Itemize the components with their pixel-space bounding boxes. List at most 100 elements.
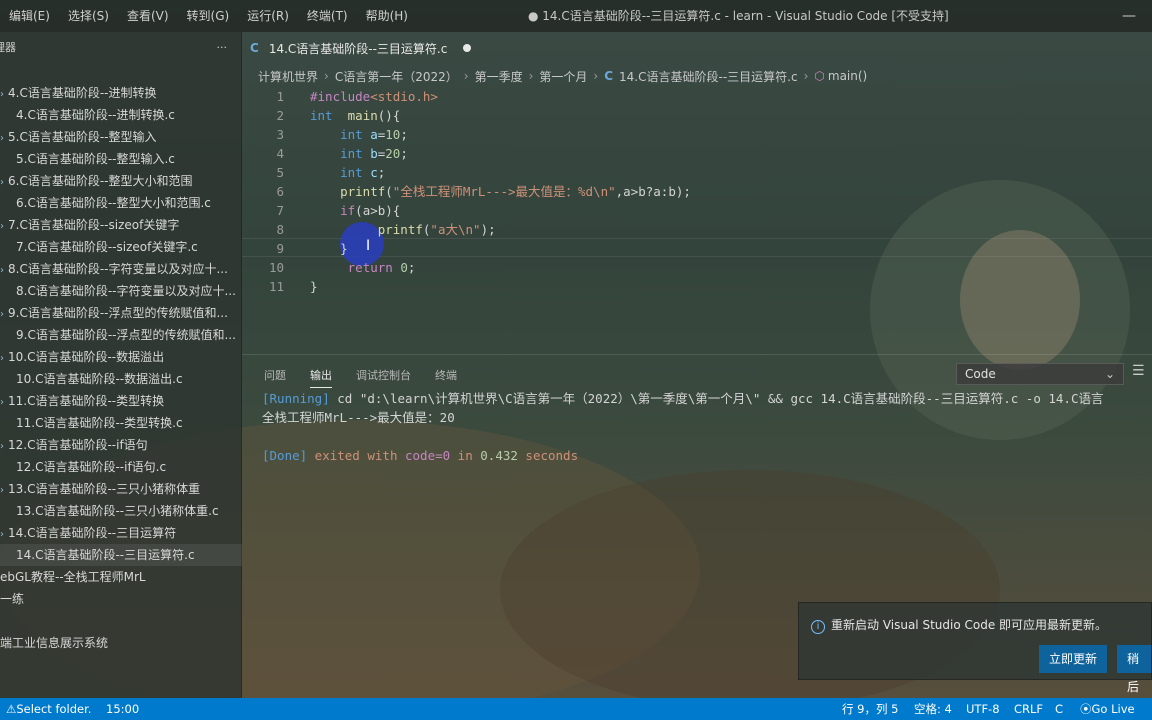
file-tree-item[interactable]: ebGL教程--全栈工程师MrL [0, 566, 242, 588]
code-line[interactable]: 5 int c; [242, 163, 1152, 182]
modified-dot-icon[interactable] [463, 44, 472, 52]
done-seconds: 0.432 [480, 448, 518, 463]
file-tree-item[interactable]: 12.C语言基础阶段--if语句.c [0, 456, 242, 478]
file-tree-label: 13.C语言基础阶段--三只小猪称体重 [8, 482, 201, 496]
file-tree-item[interactable]: › 14.C语言基础阶段--三目运算符 [0, 522, 242, 544]
breadcrumb-item[interactable]: 第一个月 [539, 68, 587, 85]
encoding-setting[interactable]: UTF-8 [966, 698, 1000, 720]
file-tree-item[interactable]: 一练 [0, 588, 242, 610]
file-tree-item[interactable]: 7.C语言基础阶段--sizeof关键字.c [0, 236, 242, 258]
menu-item[interactable]: 终端(T) [298, 0, 357, 32]
file-tree-item[interactable]: › 6.C语言基础阶段--整型大小和范围 [0, 170, 242, 192]
explorer-header: 理器 ··· [0, 32, 241, 62]
breadcrumb-item[interactable]: main() [828, 69, 867, 83]
panel-tab[interactable]: 输出 [310, 367, 332, 388]
code-token: #include [310, 89, 371, 104]
line-number: 6 [276, 184, 284, 199]
panel-tab[interactable]: 问题 [264, 367, 286, 388]
function-icon: ⬡ [814, 69, 825, 83]
output-channel-select[interactable]: Code ⌄ [956, 363, 1124, 385]
file-tree-item[interactable]: › 11.C语言基础阶段--类型转换 [0, 390, 242, 412]
code-line[interactable]: 8 printf("a大\n"); [242, 220, 1152, 239]
running-tag: [Running] [262, 391, 330, 406]
code-line[interactable]: 2 int main(){ [242, 106, 1152, 125]
file-tree-item[interactable]: 11.C语言基础阶段--类型转换.c [0, 412, 242, 434]
menu-item[interactable]: 运行(R) [238, 0, 298, 32]
code-token: ; [400, 146, 408, 161]
menu-item[interactable]: 转到(G) [178, 0, 239, 32]
code-line[interactable]: 6 printf("全栈工程师MrL--->最大值是：%d\n",a>b?a:b… [242, 182, 1152, 201]
file-tree-item[interactable]: 13.C语言基础阶段--三只小猪称体重.c [0, 500, 242, 522]
folder-chevron-icon: › [0, 221, 4, 232]
menu-item[interactable]: 编辑(E) [0, 0, 59, 32]
file-tree-label: 6.C语言基础阶段--整型大小和范围 [8, 174, 193, 188]
line-number: 11 [268, 279, 284, 294]
code-line[interactable]: 10 return 0; [242, 258, 1152, 277]
code-line[interactable]: 11} [242, 277, 1152, 296]
file-tree-item[interactable]: 端工业信息展示系统 [0, 632, 242, 654]
running-command: cd "d:\learn\计算机世界\C语言第一年（2022）\第一季度\第一个… [329, 391, 1104, 406]
file-tree-item[interactable]: › 13.C语言基础阶段--三只小猪称体重 [0, 478, 242, 500]
file-tree-item[interactable]: › 12.C语言基础阶段--if语句 [0, 434, 242, 456]
folder-chevron-icon: › [0, 529, 4, 540]
panel-tab[interactable]: 调试控制台 [356, 367, 411, 388]
breadcrumb-item[interactable]: 14.C语言基础阶段--三目运算符.c [619, 68, 798, 85]
breadcrumb-item[interactable]: C语言第一年（2022） [335, 68, 458, 85]
file-tree-item[interactable]: 5.C语言基础阶段--整型输入.c [0, 148, 242, 170]
cursor-position[interactable]: 行 9，列 5 [842, 698, 898, 720]
code-token: ; [400, 127, 408, 142]
file-tree-label: 8.C语言基础阶段--字符变量以及对应十... [8, 262, 228, 276]
code-line[interactable]: 7 if(a>b){ [242, 201, 1152, 220]
update-now-button[interactable]: 立即更新 [1039, 645, 1108, 673]
indentation-setting[interactable]: 空格: 4 [914, 698, 952, 720]
file-tree-item[interactable]: › 4.C语言基础阶段--进制转换 [0, 82, 242, 104]
select-folder-label: Select folder. [16, 702, 92, 716]
file-tree-item[interactable]: 4.C语言基础阶段--进制转换.c [0, 104, 242, 126]
more-actions-icon[interactable]: ··· [217, 41, 228, 54]
panel-tab[interactable]: 终端 [435, 367, 457, 388]
code-text: return 0; [310, 258, 416, 277]
breadcrumb-item[interactable]: 计算机世界 [258, 68, 318, 85]
file-tree-item[interactable]: › 8.C语言基础阶段--字符变量以及对应十... [0, 258, 242, 280]
panel-list-icon[interactable]: ☰ [1132, 363, 1152, 379]
minimize-icon[interactable]: — [1106, 0, 1152, 32]
line-number: 5 [276, 165, 284, 180]
eol-setting[interactable]: CRLF [1014, 698, 1043, 720]
file-tree-item[interactable]: › 9.C语言基础阶段--浮点型的传统赋值和... [0, 302, 242, 324]
menu-item[interactable]: 选择(S) [59, 0, 118, 32]
later-button[interactable]: 稍后 [1117, 645, 1151, 694]
code-line[interactable]: 1 #include<stdio.h> [242, 87, 1152, 106]
file-tree-item[interactable]: 9.C语言基础阶段--浮点型的传统赋值和... [0, 324, 242, 346]
code-token: int [310, 108, 333, 123]
code-token: (a>b){ [355, 203, 401, 218]
file-tree-item[interactable]: › 7.C语言基础阶段--sizeof关键字 [0, 214, 242, 236]
go-live-button[interactable]: ⦿ Go Live [1080, 698, 1135, 720]
file-tree-item[interactable]: › 5.C语言基础阶段--整型输入 [0, 126, 242, 148]
select-folder-action[interactable]: ⚠ Select folder. [6, 698, 91, 720]
file-tree-item[interactable]: 8.C语言基础阶段--字符变量以及对应十... [0, 280, 242, 302]
menu-item[interactable]: 帮助(H) [357, 0, 417, 32]
file-tree-item[interactable]: 6.C语言基础阶段--整型大小和范围.c [0, 192, 242, 214]
file-tree-label: 14.C语言基础阶段--三目运算符.c [16, 548, 195, 562]
window-title: ● 14.C语言基础阶段--三目运算符.c - learn - Visual S… [528, 9, 949, 23]
code-token: ; [407, 260, 416, 275]
file-tree-label: 5.C语言基础阶段--整型输入 [8, 130, 157, 144]
file-tree-label: 9.C语言基础阶段--浮点型的传统赋值和... [16, 328, 236, 342]
done-text: exited with [307, 448, 405, 463]
code-token: c [362, 165, 378, 180]
breadcrumb-item[interactable]: 第一季度 [475, 68, 523, 85]
code-token: ; [377, 165, 386, 180]
file-tree-item[interactable]: 10.C语言基础阶段--数据溢出.c [0, 368, 242, 390]
menu-item[interactable]: 查看(V) [118, 0, 178, 32]
code-text: } [310, 239, 348, 258]
code-editor[interactable]: 1 #include<stdio.h> 2 int main(){3 int a=10… [242, 87, 1152, 299]
folder-chevron-icon: › [0, 177, 4, 188]
file-tree-item[interactable]: › 10.C语言基础阶段--数据溢出 [0, 346, 242, 368]
file-tree-item[interactable]: 14.C语言基础阶段--三目运算符.c [0, 544, 242, 566]
code-token: int [340, 146, 363, 161]
language-mode[interactable]: C [1055, 698, 1063, 720]
code-line[interactable]: 4 int b=20; [242, 144, 1152, 163]
editor-tab[interactable]: C 14.C语言基础阶段--三目运算符.c [250, 32, 472, 64]
code-line[interactable]: 9 } [242, 239, 1152, 258]
code-line[interactable]: 3 int a=10; [242, 125, 1152, 144]
